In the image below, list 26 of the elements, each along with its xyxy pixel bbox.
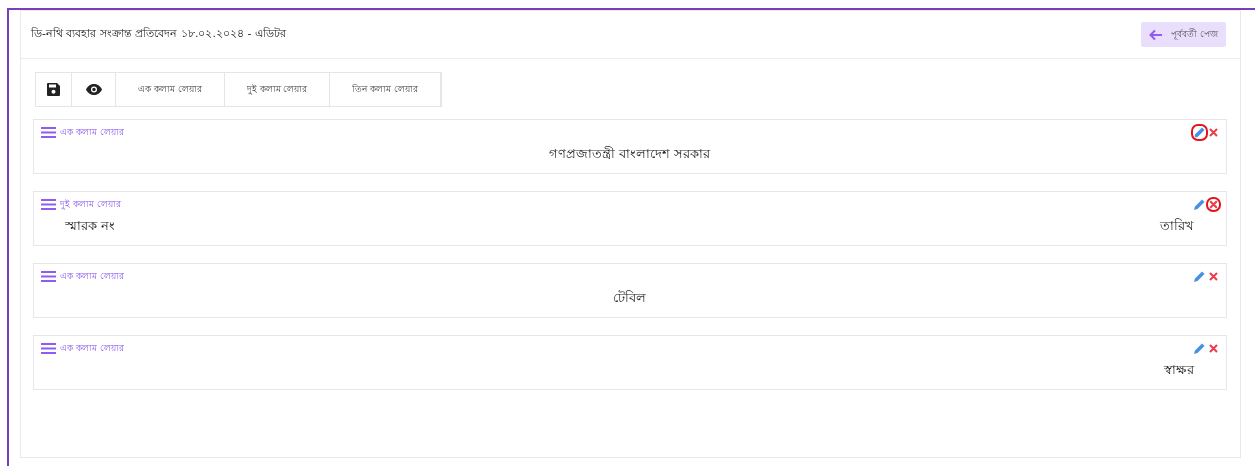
close-icon[interactable] [1209, 272, 1218, 282]
close-icon[interactable] [1209, 200, 1218, 210]
menu-icon[interactable] [41, 199, 56, 211]
menu-icon[interactable] [41, 127, 56, 139]
menu-icon[interactable] [41, 271, 56, 283]
eye-icon [85, 83, 102, 95]
block-label: এক কলাম লেয়ার [60, 270, 124, 283]
pencil-icon[interactable] [1194, 127, 1205, 139]
arrow-left-icon [1149, 28, 1164, 41]
block-text: টেবিল [613, 289, 646, 305]
save-icon [47, 82, 60, 96]
pencil-icon[interactable] [1194, 271, 1205, 283]
page-title: ডি-নথি ব্যবহার সংক্রান্ত প্রতিবেদন ১৮.০২.২০২৪ - এডিটর [31, 26, 286, 43]
close-icon[interactable] [1209, 344, 1218, 354]
menu-icon[interactable] [41, 343, 56, 355]
block-text: গণপ্রজাতন্ত্রী বাংলাদেশ সরকার [548, 145, 711, 161]
pencil-icon[interactable] [1194, 199, 1205, 211]
pencil-icon[interactable] [1194, 343, 1205, 355]
back-button[interactable]: পূর্ববর্তী পেজ [1141, 21, 1226, 48]
block-text: স্বাক্ষর [1164, 361, 1194, 377]
block-label: এক কলাম লেয়ার [60, 126, 124, 139]
block-label: এক কলাম লেয়ার [60, 342, 124, 355]
block-label: দুই কলাম লেয়ার [60, 198, 121, 212]
block-text: তারিখ [1160, 217, 1194, 233]
close-icon[interactable] [1209, 128, 1218, 138]
block-text: স্মারক নং [65, 217, 116, 233]
